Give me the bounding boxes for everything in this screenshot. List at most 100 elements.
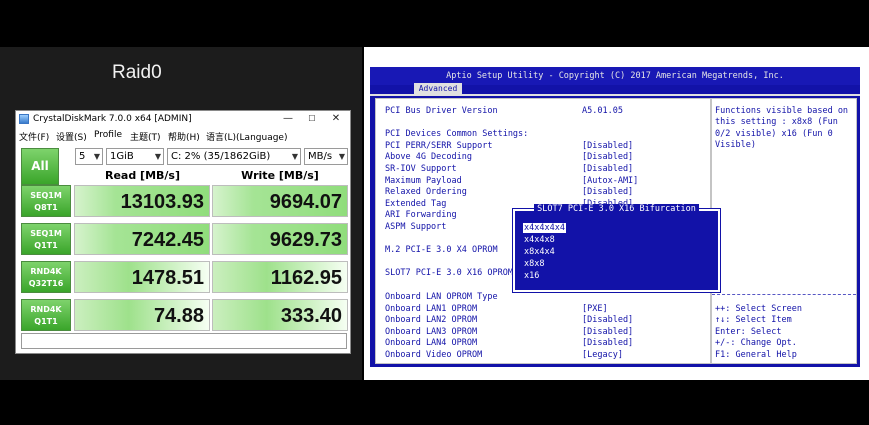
setting-value: [Disabled] (582, 164, 634, 174)
setting-lan2-oprom[interactable]: Onboard LAN2 OPROM (385, 315, 477, 325)
option-x8x4x4[interactable]: x8x4x4 (523, 247, 556, 257)
drive-value: C: 2% (35/1862GiB) (171, 151, 271, 162)
setting-lan1-oprom[interactable]: Onboard LAN1 OPROM (385, 304, 477, 314)
app-icon (19, 114, 29, 124)
rnd4k-q32t16-button[interactable]: RND4K Q32T16 (21, 261, 71, 293)
window-title: CrystalDiskMark 7.0.0 x64 [ADMIN] (33, 114, 192, 124)
setting-aspm[interactable]: ASPM Support (385, 222, 446, 232)
setting-sr-iov[interactable]: SR-IOV Support (385, 164, 457, 174)
section-heading: PCI Devices Common Settings: (385, 129, 529, 139)
setting-value: [Disabled] (582, 187, 634, 197)
row-label-line1: SEQ1M (30, 191, 62, 200)
menu-settings[interactable]: 设置(S) (56, 130, 87, 143)
menu-profile[interactable]: Profile (94, 130, 122, 140)
seq1m-q1t1-button[interactable]: SEQ1M Q1T1 (21, 223, 71, 255)
setting-value: [Disabled] (582, 315, 634, 325)
setting-pci-perr-serr[interactable]: PCI PERR/SERR Support (385, 141, 492, 151)
popup-title-text: SLOT7 PCI-E 3.0 X16 Bifurcation (534, 204, 699, 214)
unit-value: MB/s (308, 151, 333, 162)
maximize-button[interactable]: ☐ (300, 112, 324, 126)
key-hint: +/-: Change Opt. (715, 338, 797, 348)
seq1m-q8t1-button[interactable]: SEQ1M Q8T1 (21, 185, 71, 217)
test-count-value: 5 (79, 151, 86, 162)
write-header: Write [MB/s] (241, 169, 319, 182)
test-count-select[interactable]: 5 ▼ (75, 148, 103, 165)
tab-underline (370, 94, 860, 96)
help-text: Visible) (715, 140, 756, 150)
setting-lan-oprom-type[interactable]: Onboard LAN OPROM Type (385, 292, 498, 302)
test-size-value: 1GiB (110, 151, 134, 162)
option-x4x4x4x4[interactable]: x4x4x4x4 (523, 223, 566, 233)
tab-advanced[interactable]: Advanced (414, 83, 462, 94)
row-label-line1: SEQ1M (30, 229, 62, 238)
option-x16[interactable]: x16 (523, 271, 540, 281)
setting-lan4-oprom[interactable]: Onboard LAN4 OPROM (385, 338, 477, 348)
menu-help[interactable]: 帮助(H) (168, 130, 200, 143)
title-bar: CrystalDiskMark 7.0.0 x64 [ADMIN] — ☐ ✕ (16, 111, 350, 128)
close-button[interactable]: ✕ (324, 112, 348, 126)
option-x8x8[interactable]: x8x8 (523, 259, 545, 269)
chevron-down-icon: ▼ (154, 152, 161, 161)
setting-label: PCI Bus Driver Version (385, 106, 498, 116)
help-text: Functions visible based on (715, 106, 849, 116)
menu-file[interactable]: 文件(F) (19, 130, 49, 143)
write-result: 9629.73 (212, 223, 348, 255)
read-result: 74.88 (74, 299, 210, 331)
setting-value: [Disabled] (582, 152, 634, 162)
help-text: 0/2 visible) x16 (Fun 0 (715, 129, 833, 139)
chevron-down-icon: ▼ (291, 152, 298, 161)
read-result: 1478.51 (74, 261, 210, 293)
test-size-select[interactable]: 1GiB ▼ (106, 148, 164, 165)
option-x4x4x8[interactable]: x4x4x8 (523, 235, 556, 245)
setting-m2-oprom[interactable]: M.2 PCI-E 3.0 X4 OPROM (385, 245, 498, 255)
chevron-down-icon: ▼ (93, 152, 100, 161)
row-label-line2: Q1T1 (34, 317, 58, 326)
setting-max-payload[interactable]: Maximum Payload (385, 176, 462, 186)
bifurcation-popup: SLOT7 PCI-E 3.0 X16 Bifurcation x4x4x4x4… (512, 204, 721, 293)
unit-select[interactable]: MB/s ▼ (304, 148, 348, 165)
menu-language[interactable]: 语言(L)(Language) (206, 130, 287, 143)
minimize-button[interactable]: — (276, 112, 300, 126)
help-text: this setting : x8x8 (Fun (715, 117, 838, 127)
read-result: 13103.93 (74, 185, 210, 217)
help-divider (712, 294, 856, 295)
row-label-line1: RND4K (30, 305, 62, 314)
read-result: 7242.45 (74, 223, 210, 255)
row-label-line1: RND4K (30, 267, 62, 276)
drive-select[interactable]: C: 2% (35/1862GiB) ▼ (167, 148, 301, 165)
setting-video-oprom[interactable]: Onboard Video OPROM (385, 350, 482, 360)
row-label-line2: Q32T16 (28, 279, 64, 288)
read-header: Read [MB/s] (104, 169, 180, 182)
setting-relaxed-ordering[interactable]: Relaxed Ordering (385, 187, 467, 197)
setting-value: [Disabled] (582, 141, 634, 151)
setting-value: [Legacy] (582, 350, 623, 360)
rnd4k-q1t1-button[interactable]: RND4K Q1T1 (21, 299, 71, 331)
setting-value: [Autox-AMI] (582, 176, 639, 186)
write-result: 333.40 (212, 299, 348, 331)
key-hint: ↑↓: Select Item (715, 315, 792, 325)
setting-lan3-oprom[interactable]: Onboard LAN3 OPROM (385, 327, 477, 337)
crystaldiskmark-window: CrystalDiskMark 7.0.0 x64 [ADMIN] — ☐ ✕ … (15, 110, 351, 354)
write-result: 1162.95 (212, 261, 348, 293)
setting-value: A5.01.05 (582, 106, 623, 116)
bios-help-panel: Functions visible based on this setting … (711, 98, 857, 364)
all-button[interactable]: All (21, 148, 59, 185)
menu-bar: 文件(F) 设置(S) Profile 主题(T) 帮助(H) 语言(L)(La… (16, 129, 350, 143)
key-hint: Enter: Select (715, 327, 782, 337)
raid-title: Raid0 (112, 62, 162, 83)
popup-title: SLOT7 PCI-E 3.0 X16 Bifurcation (515, 204, 718, 214)
menu-theme[interactable]: 主题(T) (130, 130, 161, 143)
row-label-line2: Q8T1 (34, 203, 58, 212)
setting-value: [Disabled] (582, 338, 634, 348)
setting-extended-tag[interactable]: Extended Tag (385, 199, 446, 209)
chevron-down-icon: ▼ (338, 152, 345, 161)
comment-input[interactable] (21, 333, 347, 349)
setting-above-4g[interactable]: Above 4G Decoding (385, 152, 472, 162)
setting-slot7-oprom[interactable]: SLOT7 PCI-E 3.0 X16 OPROM (385, 268, 513, 278)
key-hint: F1: General Help (715, 350, 797, 360)
setting-value: [Disabled] (582, 327, 634, 337)
setting-ari-forwarding[interactable]: ARI Forwarding (385, 210, 457, 220)
setting-value: [PXE] (582, 304, 608, 314)
write-result: 9694.07 (212, 185, 348, 217)
row-label-line2: Q1T1 (34, 241, 58, 250)
